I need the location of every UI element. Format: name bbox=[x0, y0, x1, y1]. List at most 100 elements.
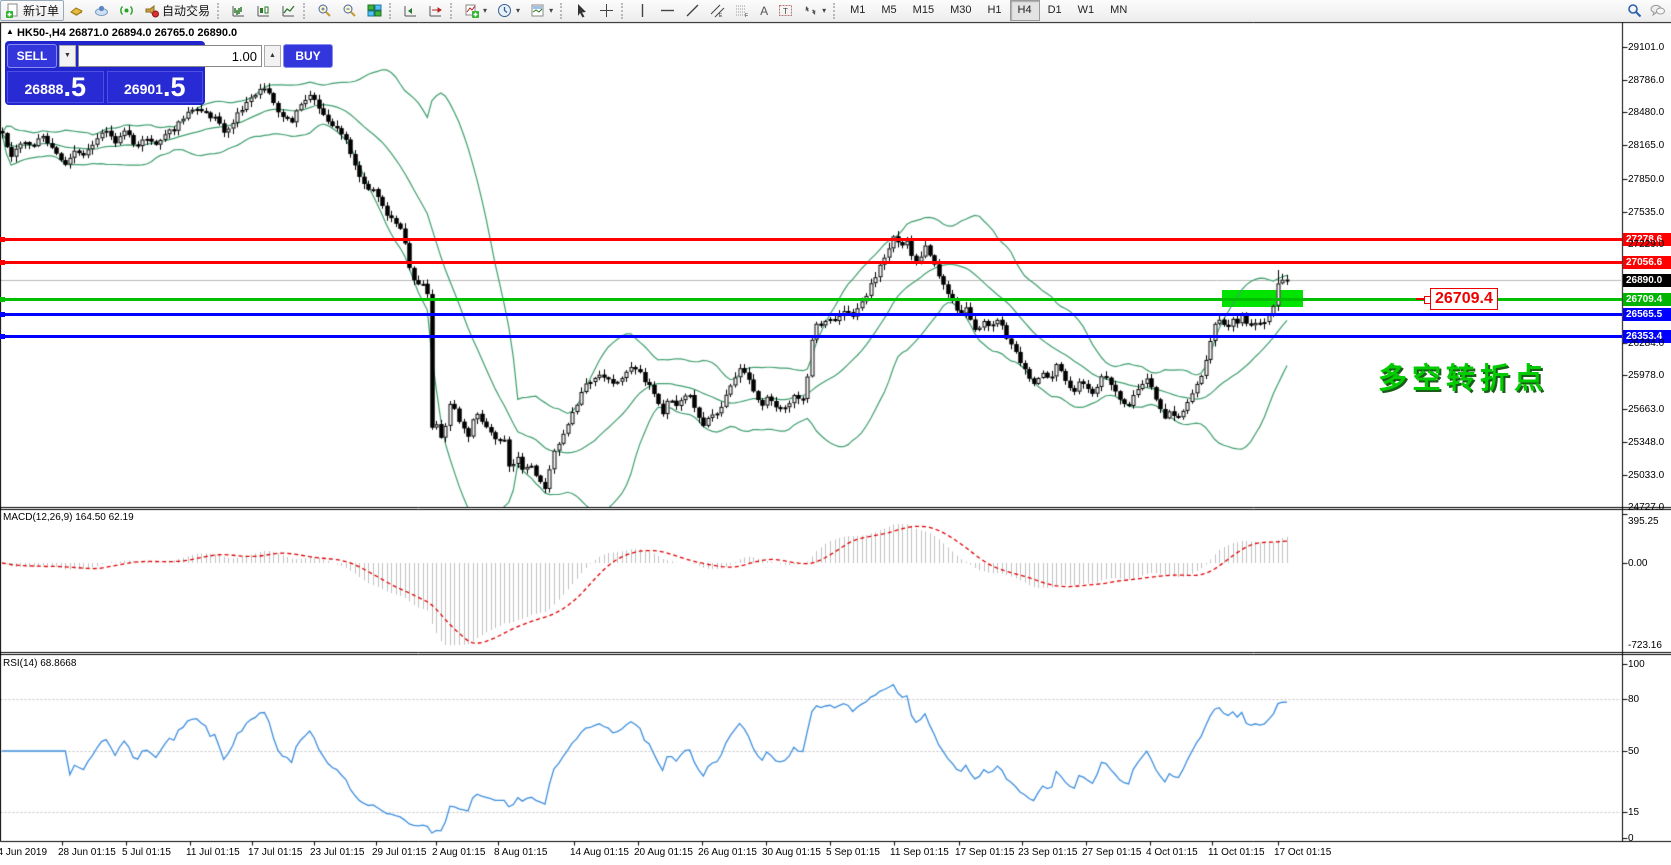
autotrading-label: 自动交易 bbox=[162, 4, 211, 18]
symbol-ohlc-line: ▲ HK50-,H4 26871.0 26894.0 26765.0 26890… bbox=[6, 27, 237, 39]
bar-chart-icon bbox=[232, 6, 245, 17]
mt4-window: 新订单 自动交易 ▾ ▾ ▾ E F A T ▾ M1 M5 M15 M30 H… bbox=[0, 0, 1671, 865]
chart-window: 27278.6 27056.6 26709.4 26565.5 26353.4 26890… bbox=[0, 21, 1671, 865]
horizontal-line-icon bbox=[661, 9, 675, 12]
toolbar-separator bbox=[560, 2, 567, 19]
indicators-button[interactable]: ▾ bbox=[459, 0, 492, 21]
templates-caret: ▾ bbox=[549, 6, 554, 15]
arrows-icon bbox=[805, 6, 816, 15]
volume-input[interactable] bbox=[78, 45, 262, 67]
volume-down-button[interactable]: ▼ bbox=[59, 45, 76, 67]
toolbar-separator bbox=[217, 2, 224, 19]
crosshair-icon bbox=[600, 4, 614, 17]
market-cube-icon bbox=[70, 7, 83, 16]
timeframe-h1[interactable]: H1 bbox=[979, 0, 1009, 21]
periods-caret: ▾ bbox=[516, 6, 521, 15]
timeframe-m1[interactable]: M1 bbox=[842, 0, 873, 21]
text-button[interactable]: A bbox=[755, 0, 773, 21]
zoom-in-button[interactable] bbox=[312, 0, 337, 21]
rsi-label: RSI(14) 68.8668 bbox=[3, 658, 77, 669]
cursor-icon bbox=[578, 4, 587, 18]
line-chart-icon bbox=[282, 5, 295, 17]
ohlc-values: 26871.0 26894.0 26765.0 26890.0 bbox=[68, 27, 238, 39]
buy-price[interactable]: 26901 .5 bbox=[106, 71, 203, 103]
auto-scroll-icon bbox=[404, 6, 417, 17]
clock-icon bbox=[498, 4, 512, 17]
arrows-button[interactable]: ▾ bbox=[798, 0, 831, 21]
timeframe-mn[interactable]: MN bbox=[1102, 0, 1135, 21]
sell-button[interactable]: SELL bbox=[7, 44, 57, 68]
timeframe-m30[interactable]: M30 bbox=[942, 0, 979, 21]
chart-shift-icon bbox=[429, 6, 442, 17]
one-click-trading-panel: SELL ▼ ▲ BUY 26888 .5 26901 .5 bbox=[5, 41, 333, 105]
arrows-caret: ▾ bbox=[822, 6, 827, 15]
crosshair-button[interactable] bbox=[594, 0, 619, 21]
text-tool-glyph: A bbox=[760, 3, 769, 18]
timeframe-h4[interactable]: H4 bbox=[1009, 0, 1040, 21]
trendline-button[interactable] bbox=[680, 0, 705, 21]
periods-button[interactable]: ▾ bbox=[492, 0, 525, 21]
timeframe-m5[interactable]: M5 bbox=[873, 0, 904, 21]
timeframe-w1[interactable]: W1 bbox=[1070, 0, 1103, 21]
signals-button[interactable] bbox=[114, 0, 139, 21]
candlestick-chart-icon bbox=[257, 6, 270, 17]
sell-price[interactable]: 26888 .5 bbox=[7, 71, 104, 103]
fibonacci-button[interactable]: F bbox=[730, 0, 755, 21]
vertical-line-icon bbox=[641, 4, 644, 17]
sell-price-big: .5 bbox=[63, 72, 86, 102]
trendline-icon bbox=[686, 4, 699, 17]
template-icon bbox=[531, 4, 544, 17]
fibonacci-icon: F bbox=[736, 5, 748, 18]
chart-shift-button[interactable] bbox=[423, 0, 448, 21]
bar-chart-button[interactable] bbox=[226, 0, 251, 21]
equidistant-channel-button[interactable]: E bbox=[705, 0, 730, 21]
zoom-out-icon bbox=[343, 4, 356, 17]
svg-text:T: T bbox=[783, 7, 788, 16]
text-label-button[interactable]: T bbox=[773, 0, 798, 21]
cursor-button[interactable] bbox=[569, 0, 594, 21]
new-order-button[interactable]: 新订单 bbox=[0, 0, 65, 21]
symbol-name: HK50-,H4 bbox=[16, 27, 66, 39]
auto-scroll-button[interactable] bbox=[398, 0, 423, 21]
search-icon[interactable] bbox=[1627, 3, 1642, 18]
sell-price-main: 26888 bbox=[24, 81, 64, 97]
zoom-out-button[interactable] bbox=[337, 0, 362, 21]
line-chart-button[interactable] bbox=[276, 0, 301, 21]
community-button[interactable] bbox=[89, 0, 114, 21]
horizontal-line-button[interactable] bbox=[655, 0, 680, 21]
volume-up-button[interactable]: ▲ bbox=[264, 45, 281, 67]
market-button[interactable] bbox=[64, 0, 89, 21]
vertical-line-button[interactable] bbox=[630, 0, 655, 21]
buy-price-big: .5 bbox=[162, 72, 186, 102]
svg-text:E: E bbox=[719, 13, 723, 18]
candlestick-canvas[interactable] bbox=[0, 21, 1671, 865]
price-tag-annotation[interactable]: 26709.4 bbox=[1430, 288, 1498, 310]
autotrading-button[interactable]: 自动交易 bbox=[139, 0, 215, 21]
macd-label: MACD(12,26,9) 164.50 62.19 bbox=[3, 512, 134, 523]
timeframe-d1[interactable]: D1 bbox=[1040, 0, 1070, 21]
buy-button[interactable]: BUY bbox=[283, 44, 333, 68]
toolbar-separator bbox=[833, 2, 840, 19]
tile-windows-button[interactable] bbox=[362, 0, 387, 21]
panel-collapse-icon[interactable]: ▲ bbox=[6, 27, 14, 36]
main-toolbar: 新订单 自动交易 ▾ ▾ ▾ E F A T ▾ M1 M5 M15 M30 H… bbox=[0, 0, 1671, 22]
buy-price-main: 26901 bbox=[124, 81, 163, 97]
turning-point-annotation[interactable]: 多空转折点 bbox=[1378, 355, 1548, 397]
zoom-in-icon bbox=[318, 4, 331, 17]
signals-icon bbox=[120, 6, 133, 15]
equidistant-channel-icon: E bbox=[710, 4, 725, 18]
indicators-icon bbox=[465, 4, 480, 18]
toolbar-separator bbox=[303, 2, 310, 19]
svg-text:F: F bbox=[745, 13, 748, 18]
toolbar-separator bbox=[389, 2, 396, 19]
text-label-icon: T bbox=[779, 5, 793, 16]
chat-icon[interactable] bbox=[1650, 3, 1665, 18]
indicators-caret: ▾ bbox=[483, 6, 488, 15]
templates-button[interactable]: ▾ bbox=[525, 0, 558, 21]
timeframe-m15[interactable]: M15 bbox=[905, 0, 942, 21]
autotrading-icon bbox=[145, 5, 160, 18]
toolbar-separator bbox=[621, 2, 628, 19]
community-cloud-icon bbox=[95, 5, 109, 16]
tile-windows-icon bbox=[367, 4, 382, 17]
candlestick-chart-button[interactable] bbox=[251, 0, 276, 21]
